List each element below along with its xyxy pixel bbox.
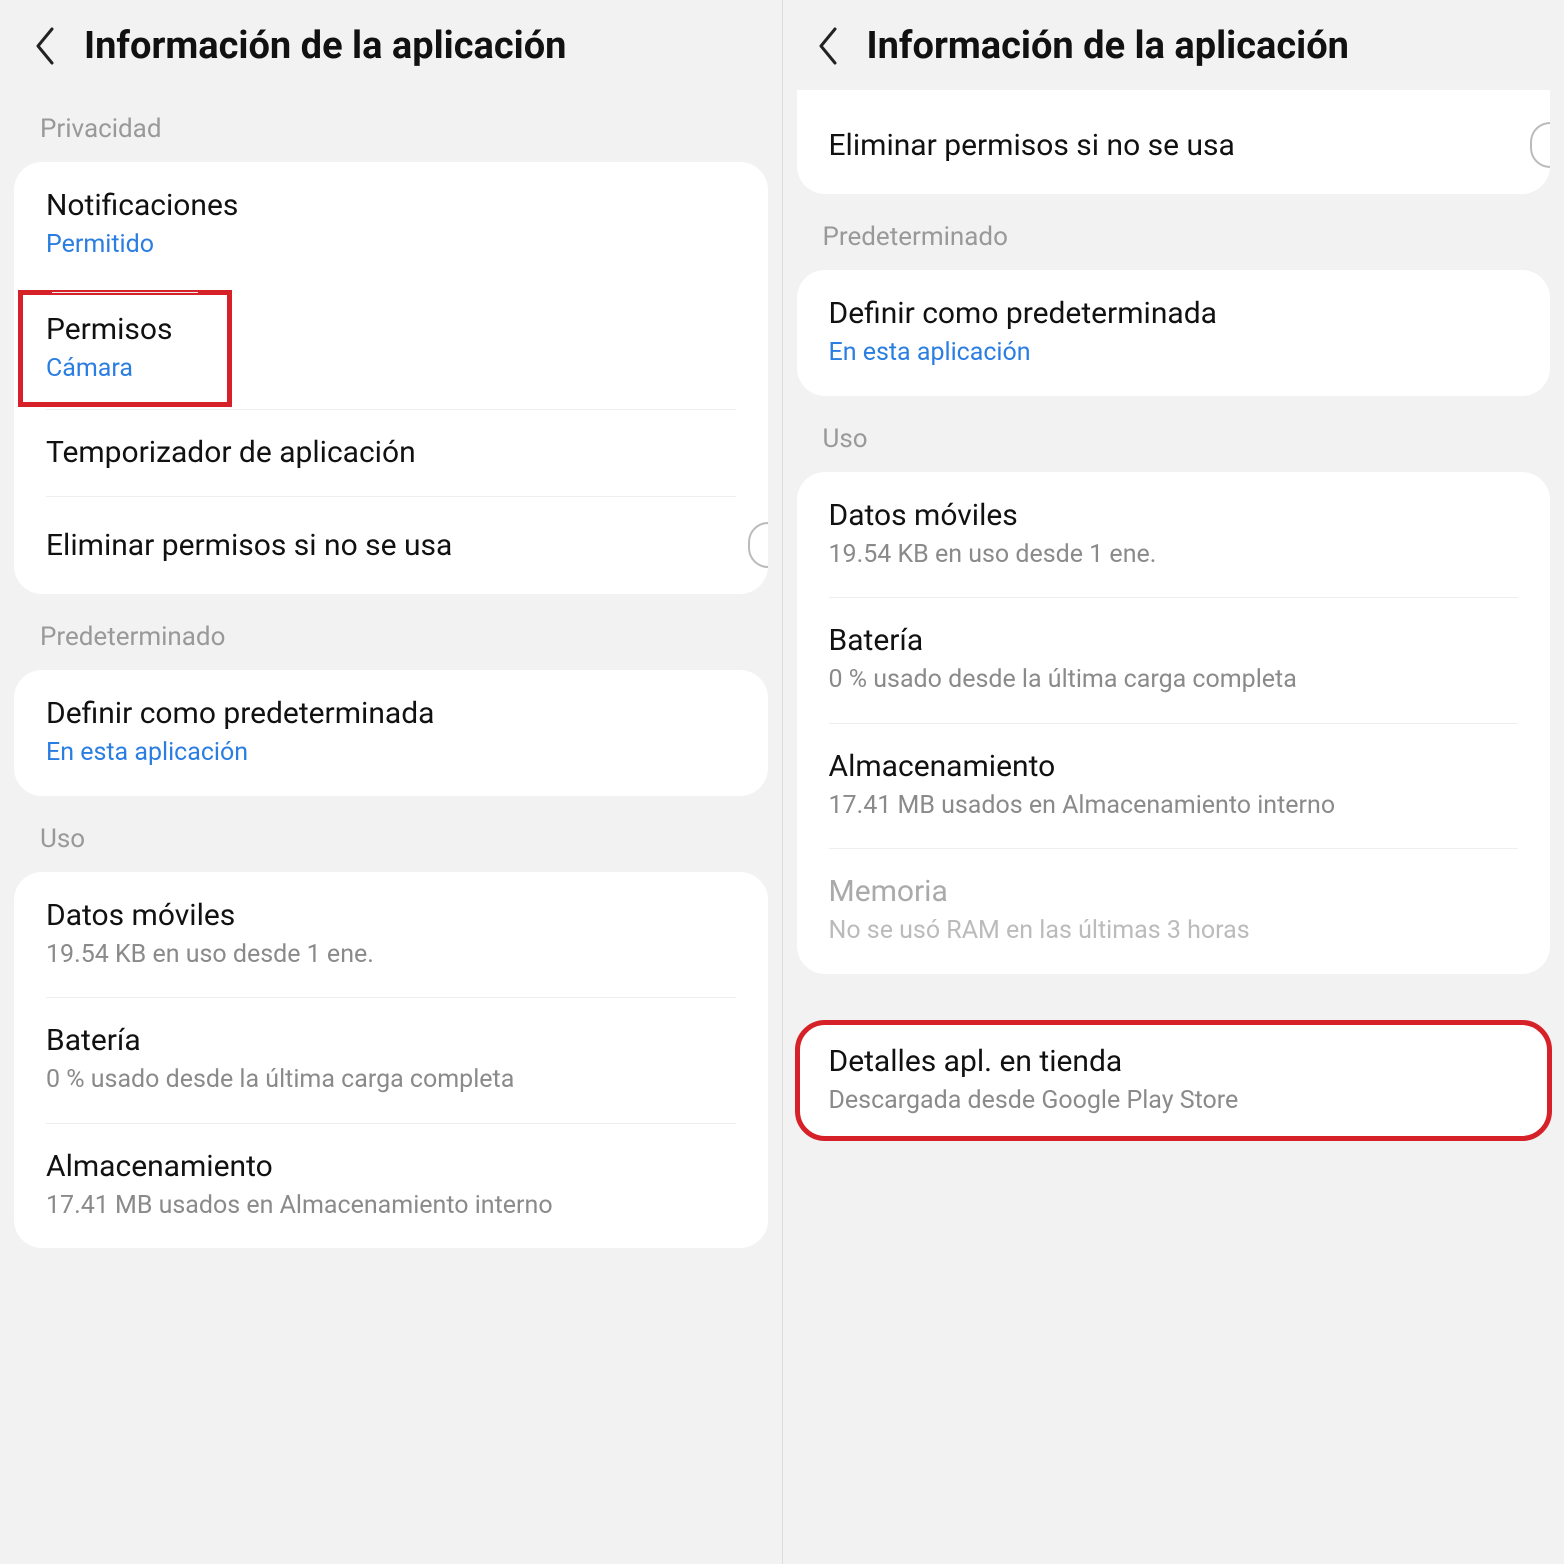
row-title: Temporizador de aplicación: [46, 435, 736, 470]
back-icon[interactable]: [28, 28, 64, 64]
row-sub: Cámara: [46, 353, 204, 386]
row-title: Almacenamiento: [46, 1149, 736, 1184]
card-privacidad: Notificaciones Permitido Permisos Cámara…: [14, 162, 768, 594]
card-eliminar: Eliminar permisos si no se usa: [797, 90, 1551, 194]
row-definir-predeterminada[interactable]: Definir como predeterminada En esta apli…: [14, 670, 768, 796]
section-privacidad: Privacidad: [0, 86, 782, 162]
row-title: Almacenamiento: [829, 749, 1519, 784]
page-title: Información de la aplicación: [84, 24, 566, 68]
row-sub: En esta aplicación: [829, 337, 1519, 370]
row-title: Datos móviles: [46, 898, 736, 933]
row-memoria[interactable]: Memoria No se usó RAM en las últimas 3 h…: [797, 848, 1551, 974]
pane-right: Información de la aplicación Eliminar pe…: [783, 0, 1564, 1564]
toggle-icon[interactable]: [748, 522, 768, 568]
row-sub: 19.54 KB en uso desde 1 ene.: [829, 539, 1519, 572]
row-title: Definir como predeterminada: [829, 296, 1519, 331]
card-predeterminado: Definir como predeterminada En esta apli…: [797, 270, 1551, 396]
row-title: Memoria: [829, 874, 1519, 909]
row-eliminar-permisos[interactable]: Eliminar permisos si no se usa: [797, 96, 1551, 194]
pane-left: Información de la aplicación Privacidad …: [0, 0, 783, 1564]
card-predeterminado: Definir como predeterminada En esta apli…: [14, 670, 768, 796]
section-predeterminado: Predeterminado: [783, 194, 1564, 270]
section-predeterminado: Predeterminado: [0, 594, 782, 670]
section-uso: Uso: [0, 796, 782, 872]
row-notificaciones[interactable]: Notificaciones Permitido: [14, 162, 768, 288]
row-eliminar-permisos[interactable]: Eliminar permisos si no se usa: [14, 496, 768, 594]
row-sub: 19.54 KB en uso desde 1 ene.: [46, 939, 736, 972]
row-sub: Permitido: [46, 229, 736, 262]
page-title: Información de la aplicación: [867, 24, 1349, 68]
row-sub: Descargada desde Google Play Store: [829, 1085, 1519, 1118]
section-uso: Uso: [783, 396, 1564, 472]
row-temporizador[interactable]: Temporizador de aplicación: [14, 409, 768, 496]
row-title: Detalles apl. en tienda: [829, 1044, 1519, 1079]
row-sub: No se usó RAM en las últimas 3 horas: [829, 915, 1519, 948]
row-sub: 0 % usado desde la última carga completa: [829, 664, 1519, 697]
row-detalles-tienda-highlighted[interactable]: Detalles apl. en tienda Descargada desde…: [797, 1022, 1551, 1140]
row-sub: 17.41 MB usados en Almacenamiento intern…: [46, 1190, 736, 1223]
row-permisos-highlighted[interactable]: Permisos Cámara: [20, 292, 230, 406]
header-right: Información de la aplicación: [783, 0, 1564, 86]
row-title: Permisos: [46, 312, 204, 347]
row-datos-moviles[interactable]: Datos móviles 19.54 KB en uso desde 1 en…: [797, 472, 1551, 598]
row-datos-moviles[interactable]: Datos móviles 19.54 KB en uso desde 1 en…: [14, 872, 768, 998]
row-title: Eliminar permisos si no se usa: [46, 528, 452, 563]
row-title: Datos móviles: [829, 498, 1519, 533]
row-sub: 17.41 MB usados en Almacenamiento intern…: [829, 790, 1519, 823]
card-uso: Datos móviles 19.54 KB en uso desde 1 en…: [14, 872, 768, 1249]
row-title: Notificaciones: [46, 188, 736, 223]
row-title: Eliminar permisos si no se usa: [829, 128, 1235, 163]
row-sub: En esta aplicación: [46, 737, 736, 770]
card-uso: Datos móviles 19.54 KB en uso desde 1 en…: [797, 472, 1551, 974]
row-bateria[interactable]: Batería 0 % usado desde la última carga …: [14, 997, 768, 1123]
row-bateria[interactable]: Batería 0 % usado desde la última carga …: [797, 597, 1551, 723]
toggle-icon[interactable]: [1530, 122, 1550, 168]
row-title: Definir como predeterminada: [46, 696, 736, 731]
row-almacenamiento[interactable]: Almacenamiento 17.41 MB usados en Almace…: [797, 723, 1551, 849]
row-title: Batería: [829, 623, 1519, 658]
row-title: Batería: [46, 1023, 736, 1058]
row-definir-predeterminada[interactable]: Definir como predeterminada En esta apli…: [797, 270, 1551, 396]
row-sub: 0 % usado desde la última carga completa: [46, 1064, 736, 1097]
header-left: Información de la aplicación: [0, 0, 782, 86]
row-almacenamiento[interactable]: Almacenamiento 17.41 MB usados en Almace…: [14, 1123, 768, 1249]
back-icon[interactable]: [811, 28, 847, 64]
